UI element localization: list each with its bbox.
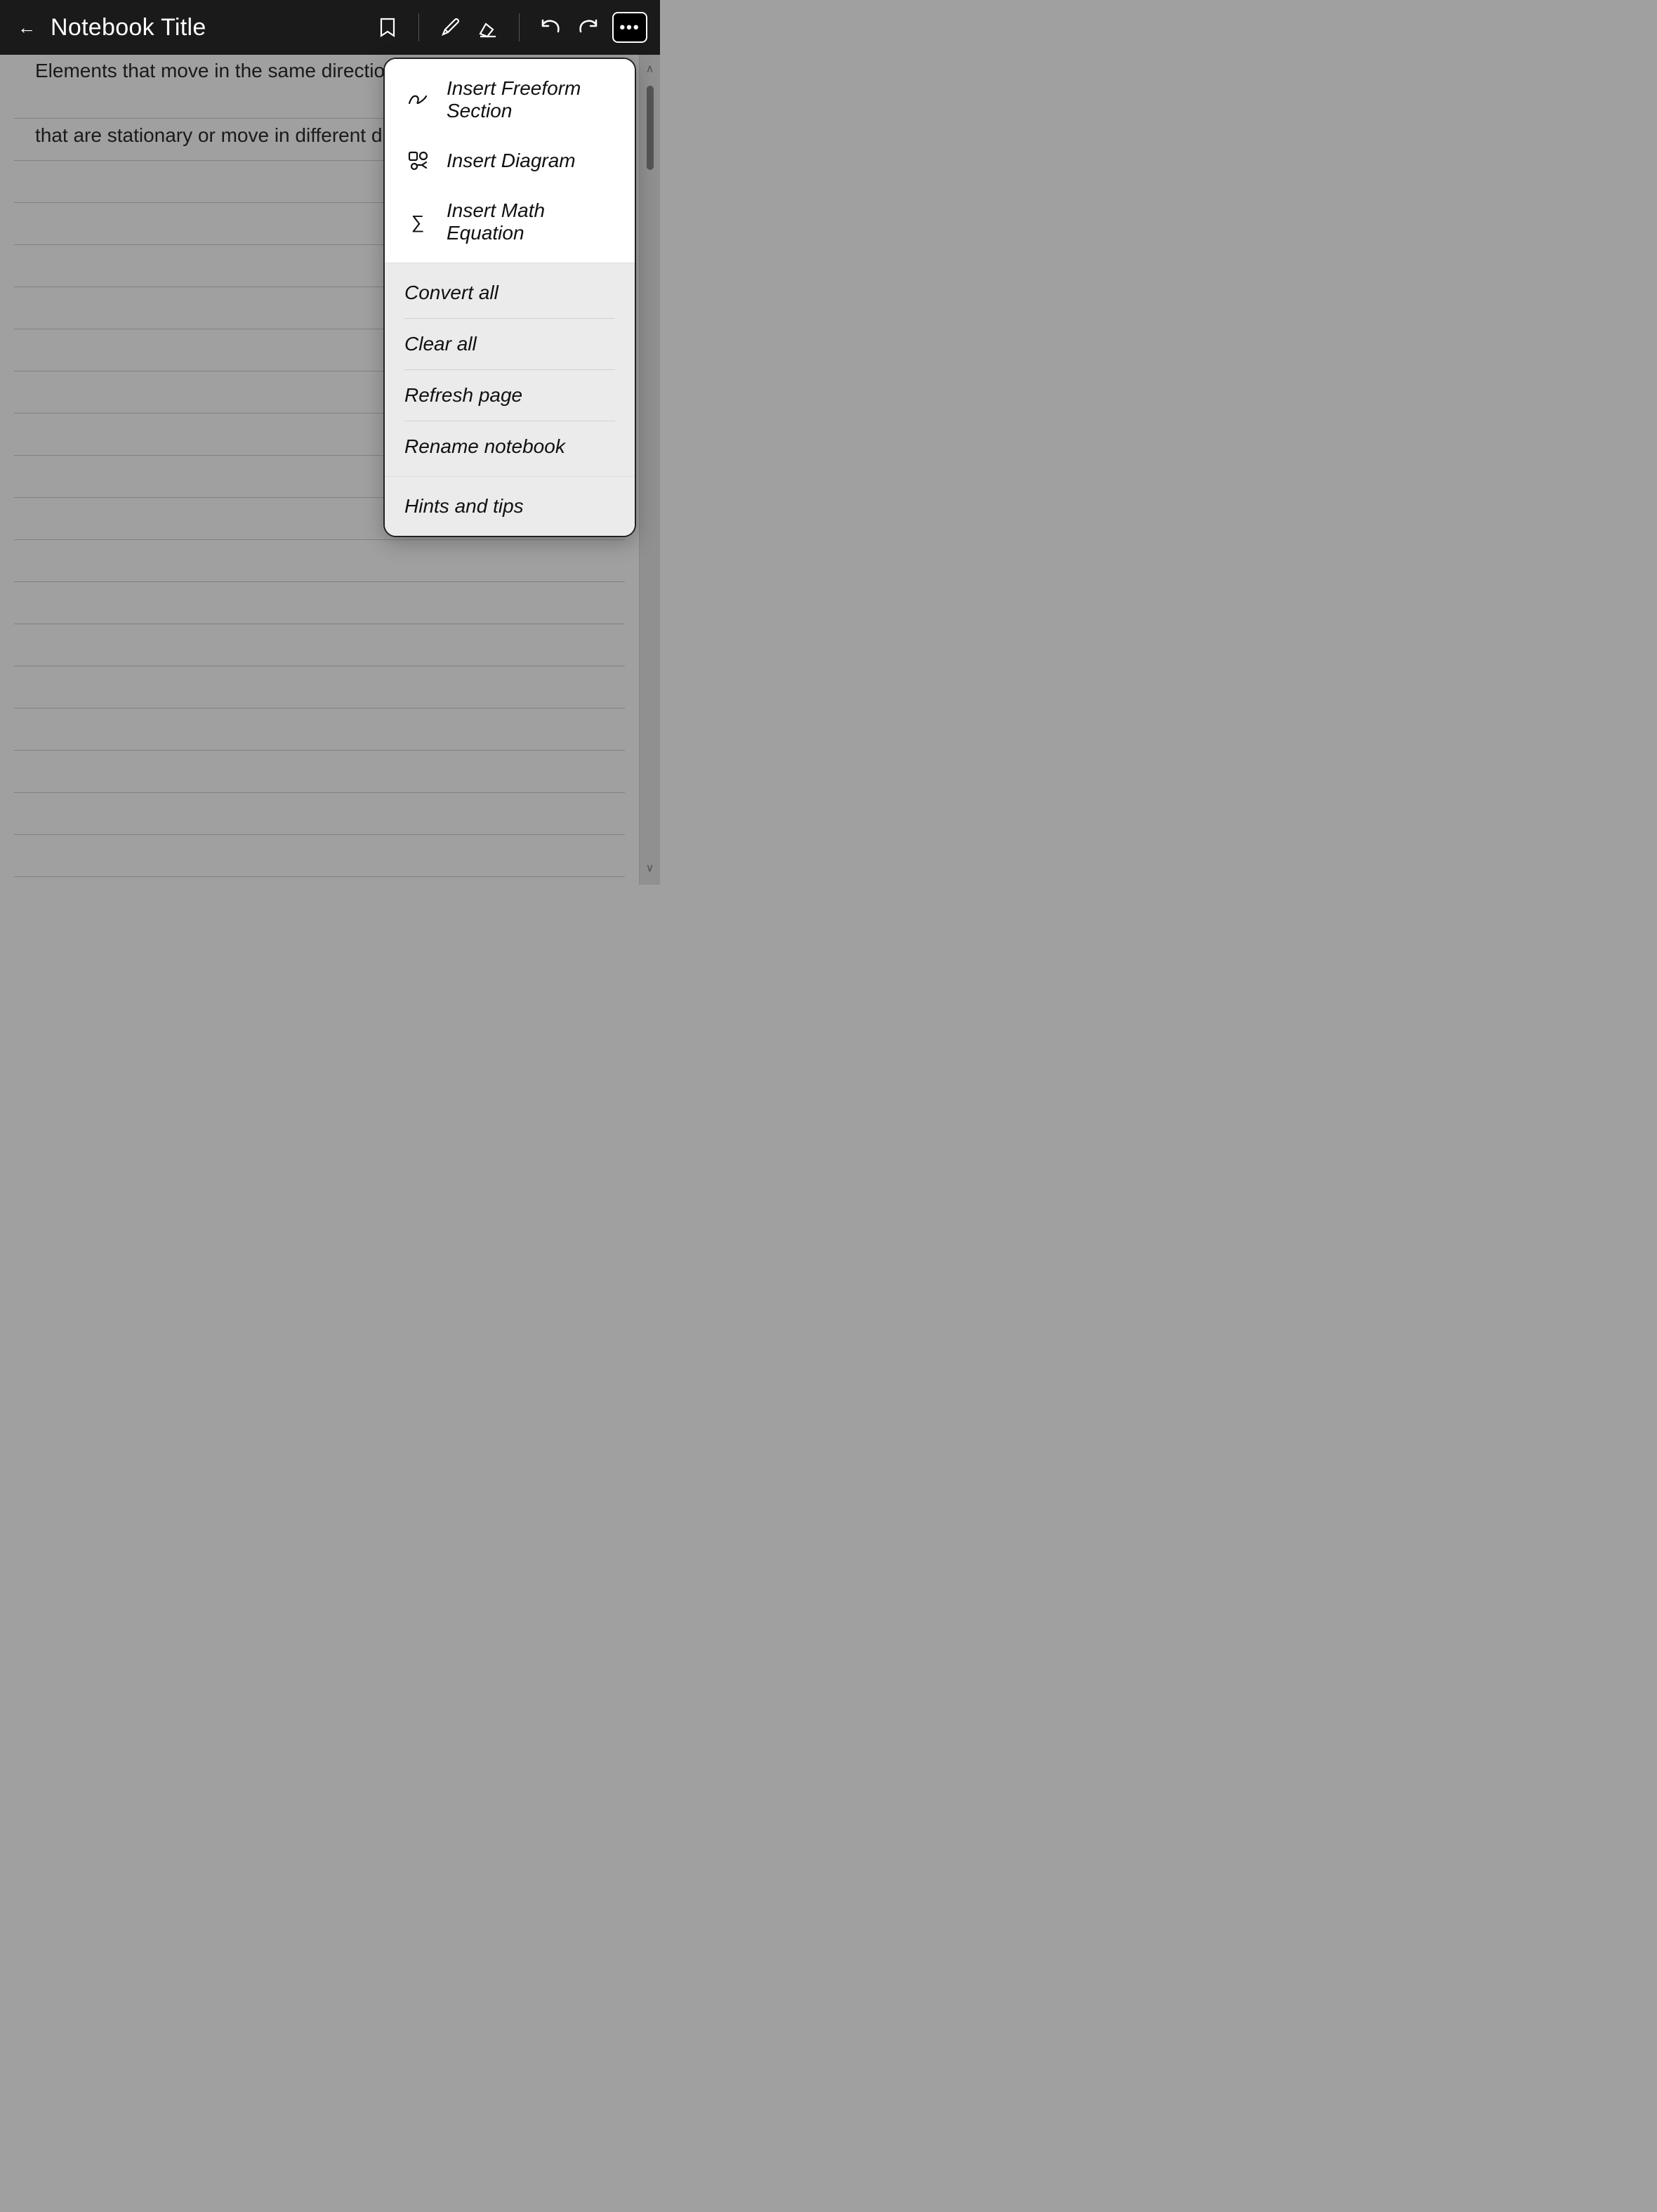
rename-notebook-item[interactable]: Rename notebook: [385, 421, 635, 472]
pen-icon[interactable]: [436, 13, 464, 41]
scrollbar: ∧ ∨: [639, 55, 660, 885]
clear-all-item[interactable]: Clear all: [385, 319, 635, 369]
scroll-down-button[interactable]: ∨: [640, 854, 661, 882]
refresh-page-label: Refresh page: [404, 384, 522, 407]
insert-math-label: Insert Math Equation: [447, 199, 615, 244]
divider-2: [519, 13, 520, 41]
header: ← Notebook Title: [0, 0, 660, 55]
refresh-page-item[interactable]: Refresh page: [385, 370, 635, 421]
convert-all-item[interactable]: Convert all: [385, 268, 635, 318]
divider-1: [418, 13, 419, 41]
header-left: ← Notebook Title: [13, 13, 374, 41]
insert-diagram-item[interactable]: Insert Diagram: [385, 135, 635, 187]
insert-freeform-item[interactable]: Insert Freeform Section: [385, 65, 635, 135]
more-button[interactable]: •••: [612, 12, 647, 43]
hints-tips-label: Hints and tips: [404, 495, 524, 518]
insert-diagram-label: Insert Diagram: [447, 150, 576, 172]
convert-all-label: Convert all: [404, 282, 499, 304]
bookmark-icon[interactable]: [374, 13, 402, 41]
freeform-icon: [404, 86, 431, 113]
dropdown-menu: Insert Freeform Section Insert Diagram ∑…: [383, 58, 636, 537]
diagram-icon: [404, 147, 431, 174]
scroll-up-button[interactable]: ∧: [640, 55, 661, 83]
clear-all-label: Clear all: [404, 333, 477, 355]
scroll-thumb[interactable]: [647, 86, 654, 170]
notebook-title: Notebook Title: [51, 14, 206, 41]
undo-icon[interactable]: [536, 13, 565, 41]
rename-notebook-label: Rename notebook: [404, 435, 565, 458]
redo-icon[interactable]: [574, 13, 602, 41]
menu-divider-5: [385, 476, 635, 477]
hints-tips-item[interactable]: Hints and tips: [385, 481, 635, 532]
insert-freeform-label: Insert Freeform Section: [447, 77, 615, 122]
math-icon: ∑: [404, 209, 431, 235]
menu-actions-section: Convert all Clear all Refresh page Renam…: [385, 263, 635, 536]
header-tools: •••: [374, 12, 647, 43]
eraser-icon[interactable]: [474, 13, 502, 41]
menu-insert-section: Insert Freeform Section Insert Diagram ∑…: [385, 59, 635, 263]
back-button[interactable]: ←: [13, 13, 41, 41]
insert-math-item[interactable]: ∑ Insert Math Equation: [385, 187, 635, 257]
